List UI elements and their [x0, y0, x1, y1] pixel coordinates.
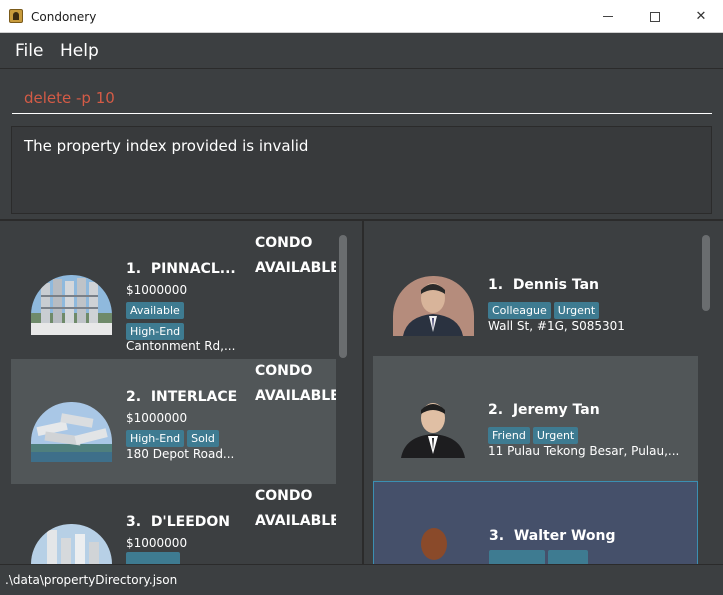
app-icon — [9, 9, 23, 23]
client-name: 2. Jeremy Tan — [488, 402, 600, 418]
tag-colleague: Colleague — [488, 302, 551, 319]
client-address: 11 Pulau Tekong Besar, Pulau,... — [488, 444, 680, 458]
menu-file[interactable]: File — [15, 41, 43, 61]
property-type: CONDO — [255, 488, 313, 504]
property-image-interlace — [31, 402, 112, 462]
property-list-pane: 1. PINNACL... $1000000 Available High-En… — [0, 221, 362, 564]
property-image-pinnacle — [31, 275, 112, 335]
client-name: 1. Dennis Tan — [488, 277, 600, 293]
tag-high-end: High-End — [126, 430, 185, 447]
client-avatar — [393, 398, 474, 458]
property-name: 3. D'LEEDON — [126, 514, 231, 530]
property-type: CONDO — [255, 363, 313, 379]
property-card-pinnacle[interactable]: 1. PINNACL... $1000000 Available High-En… — [11, 231, 336, 356]
client-list-scrollbar[interactable] — [702, 235, 710, 311]
menu-help[interactable]: Help — [60, 41, 99, 61]
tag-urgent: Urgent — [553, 302, 600, 319]
tag-high-end: High-End — [126, 323, 185, 340]
client-card-dennis-tan[interactable]: 1. Dennis Tan Colleague Urgent Wall St, #… — [373, 231, 698, 356]
client-card-jeremy-tan[interactable]: 2. Jeremy Tan Friend Urgent 11 Pulau Teko… — [373, 356, 698, 481]
property-list: 1. PINNACL... $1000000 Available High-En… — [11, 231, 336, 564]
client-tags: Friend Urgent — [488, 424, 581, 444]
minimize-button[interactable] — [585, 0, 631, 33]
property-tags — [126, 552, 183, 564]
property-type: CONDO — [255, 235, 313, 251]
property-status: AVAILABLE — [255, 513, 336, 529]
property-name: 2. INTERLACE — [126, 389, 238, 405]
property-image-dleedon — [31, 524, 112, 564]
property-price: $1000000 — [126, 283, 188, 297]
tag-urgent: Urgent — [532, 427, 579, 444]
maximize-icon — [650, 11, 660, 22]
result-message: The property index provided is invalid — [24, 137, 309, 155]
property-status: AVAILABLE — [255, 388, 336, 404]
client-list-pane: 1. Dennis Tan Colleague Urgent Wall St, #… — [364, 221, 723, 564]
title-bar: Condonery ✕ — [0, 0, 723, 33]
tag-partial — [489, 550, 545, 564]
tag-friend: Friend — [488, 427, 530, 444]
window-title: Condonery — [31, 10, 97, 24]
property-price: $1000000 — [126, 411, 188, 425]
client-avatar — [393, 276, 474, 336]
property-name: 1. PINNACL... — [126, 261, 236, 277]
command-area — [0, 70, 723, 122]
tag-sold: Sold — [187, 430, 219, 447]
client-card-walter-wong[interactable]: 3. Walter Wong — [373, 481, 698, 564]
tag-partial — [548, 550, 588, 564]
client-address: Wall St, #1G, S085301 — [488, 319, 625, 333]
property-card-interlace[interactable]: 2. INTERLACE $1000000 High-End Sold 180 D… — [11, 359, 336, 484]
property-price: $1000000 — [126, 536, 188, 550]
tag-partial — [126, 552, 180, 564]
client-list: 1. Dennis Tan Colleague Urgent Wall St, #… — [373, 231, 698, 564]
minimize-icon — [603, 16, 613, 17]
client-tags — [489, 550, 591, 564]
close-button[interactable]: ✕ — [678, 0, 723, 33]
property-tags: Available — [126, 299, 187, 319]
maximize-button[interactable] — [632, 0, 678, 33]
data-file-path: .\data\propertyDirectory.json — [5, 573, 178, 587]
status-bar: .\data\propertyDirectory.json — [0, 564, 723, 595]
client-name: 3. Walter Wong — [489, 528, 616, 544]
property-tags: High-End — [126, 320, 187, 340]
property-card-dleedon[interactable]: 3. D'LEEDON $1000000 CONDO AVAILABLE — [11, 484, 336, 564]
close-icon: ✕ — [695, 9, 707, 24]
tag-available: Available — [126, 302, 184, 319]
property-address: Cantonment Rd,... — [126, 339, 236, 353]
command-input[interactable] — [12, 82, 712, 114]
client-tags: Colleague Urgent — [488, 299, 602, 319]
property-status: AVAILABLE — [255, 260, 336, 276]
property-list-scrollbar[interactable] — [339, 235, 347, 358]
property-tags: High-End Sold — [126, 427, 222, 447]
menu-bar: File Help — [0, 33, 723, 69]
result-display: The property index provided is invalid — [11, 126, 712, 214]
property-address: 180 Depot Road... — [126, 447, 235, 461]
client-avatar — [394, 522, 475, 564]
